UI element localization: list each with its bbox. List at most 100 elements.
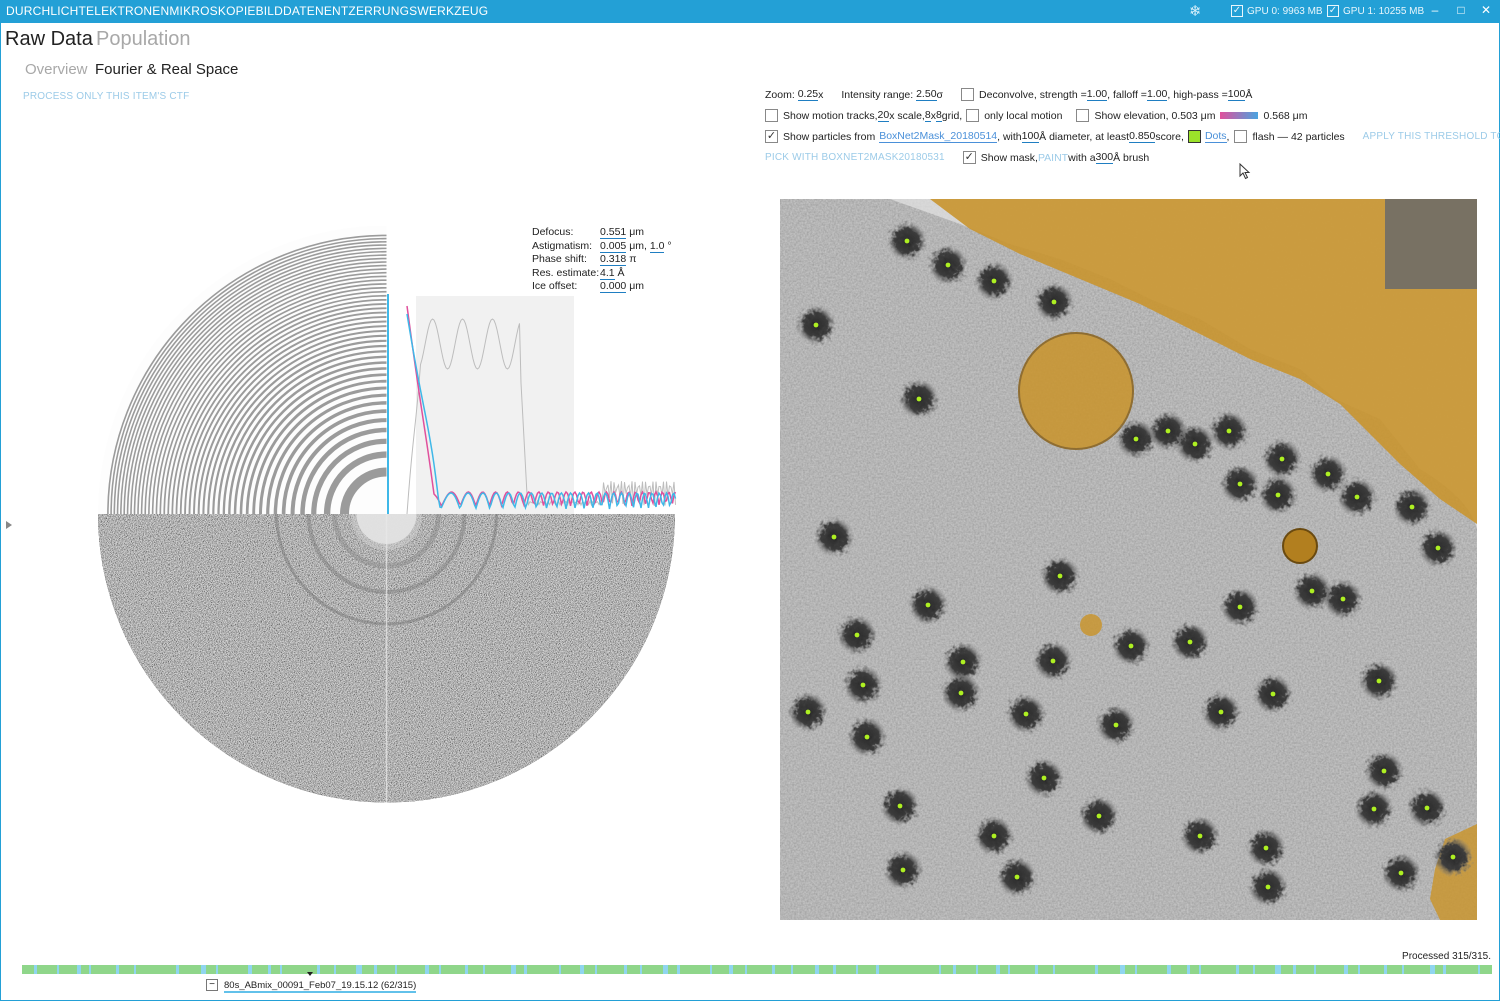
deconvolve-strength[interactable]: 1.00 xyxy=(1086,88,1108,101)
particle-dot[interactable] xyxy=(945,262,951,268)
particle-dot[interactable] xyxy=(1309,588,1315,594)
micrograph-view[interactable] xyxy=(780,199,1477,920)
pick-boxnet-link[interactable]: PICK WITH BOXNET2MASK20180531 xyxy=(765,152,945,163)
timeline-segment[interactable] xyxy=(1316,965,1344,974)
tab-overview[interactable]: Overview xyxy=(25,61,88,78)
timeline-segment[interactable] xyxy=(1190,965,1199,974)
timeline-segment[interactable] xyxy=(1010,965,1035,974)
particle-dot[interactable] xyxy=(1050,658,1056,664)
timeline-segment[interactable] xyxy=(733,965,745,974)
particle-dot[interactable] xyxy=(904,238,910,244)
brush-size[interactable]: 300 xyxy=(1095,151,1114,164)
timeline-segment[interactable] xyxy=(91,965,116,974)
zoom-value[interactable]: 0.25 xyxy=(797,88,819,101)
timeline-segment[interactable] xyxy=(836,965,856,974)
timeline-segment[interactable] xyxy=(22,965,34,974)
checkbox-icon[interactable]: ✓ xyxy=(1327,5,1339,17)
particle-dot[interactable] xyxy=(1275,492,1281,498)
particle-dot[interactable] xyxy=(831,534,837,540)
particle-dot[interactable] xyxy=(854,632,860,638)
local-motion-checkbox[interactable] xyxy=(966,109,980,122)
timeline-segment[interactable] xyxy=(680,965,710,974)
particle-dot[interactable] xyxy=(1371,806,1377,812)
ice-offset-value[interactable]: 0.000 xyxy=(600,280,627,294)
timeline-segment[interactable] xyxy=(59,965,77,974)
timeline-segment[interactable] xyxy=(1125,965,1135,974)
particle-dot[interactable] xyxy=(900,867,906,873)
astigmatism-angle[interactable]: 1.0 xyxy=(649,239,665,253)
res-estimate-value[interactable]: 4.1 xyxy=(600,266,615,280)
timeline-segment[interactable] xyxy=(1255,965,1275,974)
timeline-segment[interactable] xyxy=(397,965,425,974)
timeline-segment[interactable] xyxy=(1239,965,1253,974)
particle-dot[interactable] xyxy=(1424,805,1430,811)
processing-timeline[interactable] xyxy=(22,965,1492,974)
current-item-name[interactable]: 80s_ABmix_00091_Feb07_19.15.12 (62/315) xyxy=(224,980,417,993)
particle-dot[interactable] xyxy=(864,734,870,740)
timeline-segment[interactable] xyxy=(978,965,996,974)
particle-dot[interactable] xyxy=(813,322,819,328)
timeline-segment[interactable] xyxy=(819,965,833,974)
particle-dot[interactable] xyxy=(1435,545,1441,551)
timeline-segment[interactable] xyxy=(941,965,953,974)
particle-score[interactable]: 0.850 xyxy=(1129,130,1156,143)
tab-raw-data[interactable]: Raw Data xyxy=(5,28,93,51)
timeline-segment[interactable] xyxy=(747,965,772,974)
timeline-segment[interactable] xyxy=(793,965,815,974)
particle-dot[interactable] xyxy=(1041,775,1047,781)
gpu0-toggle[interactable]: ✓ GPU 0: 9963 MB xyxy=(1231,5,1323,17)
timeline-segment[interactable] xyxy=(320,965,334,974)
intensity-value[interactable]: 2.50 xyxy=(916,88,937,101)
particle-dot[interactable] xyxy=(1263,845,1269,851)
particle-dot[interactable] xyxy=(991,278,997,284)
timeline-segment[interactable] xyxy=(1348,965,1358,974)
motion-scale[interactable]: 20 xyxy=(877,109,890,122)
show-mask-checkbox[interactable]: ✓ xyxy=(962,151,976,164)
timeline-segment[interactable] xyxy=(584,965,595,974)
timeline-segment[interactable] xyxy=(119,965,134,974)
close-icon[interactable]: ✕ xyxy=(1476,3,1496,17)
particle-dot[interactable] xyxy=(860,682,866,688)
tab-fourier-real-space[interactable]: Fourier & Real Space xyxy=(95,61,238,78)
particle-diameter[interactable]: 100 xyxy=(1021,130,1040,143)
particle-dot[interactable] xyxy=(1165,428,1171,434)
particle-dot[interactable] xyxy=(1237,604,1243,610)
collapse-item-toggle[interactable]: − xyxy=(206,979,218,991)
dots-style[interactable]: Dots xyxy=(1204,130,1227,143)
process-ctf-link[interactable]: PROCESS ONLY THIS ITEM'S CTF xyxy=(23,91,189,102)
particle-dot[interactable] xyxy=(916,396,922,402)
timeline-segment[interactable] xyxy=(1201,965,1236,974)
timeline-segment[interactable] xyxy=(858,965,876,974)
timeline-segment[interactable] xyxy=(441,965,465,974)
timeline-segment[interactable] xyxy=(527,965,559,974)
particle-dot[interactable] xyxy=(1051,299,1057,305)
timeline-segment[interactable] xyxy=(37,965,57,974)
timeline-segment[interactable] xyxy=(1171,965,1187,974)
timeline-segment[interactable] xyxy=(712,965,729,974)
timeline-segment[interactable] xyxy=(956,965,976,974)
particle-dot[interactable] xyxy=(1354,494,1360,500)
defocus-value[interactable]: 0.551 xyxy=(600,226,627,239)
particle-dot[interactable] xyxy=(925,602,931,608)
particle-dot[interactable] xyxy=(1197,833,1203,839)
timeline-segment[interactable] xyxy=(1387,965,1402,974)
timeline-segment[interactable] xyxy=(468,965,483,974)
particle-dot[interactable] xyxy=(1279,456,1285,462)
particle-dot[interactable] xyxy=(805,709,811,715)
timeline-segment[interactable] xyxy=(1000,965,1008,974)
timeline-segment[interactable] xyxy=(561,965,580,974)
elevation-checkbox[interactable] xyxy=(1076,109,1090,122)
minimize-icon[interactable]: – xyxy=(1425,3,1445,17)
motion-tracks-checkbox[interactable] xyxy=(765,109,778,122)
particle-dot[interactable] xyxy=(1096,813,1102,819)
checkbox-icon[interactable]: ✓ xyxy=(1231,5,1243,17)
particle-dot[interactable] xyxy=(1237,481,1243,487)
timeline-segment[interactable] xyxy=(1296,965,1314,974)
gpu1-toggle[interactable]: ✓ GPU 1: 10255 MB xyxy=(1327,5,1424,17)
paint-link[interactable]: PAINT xyxy=(1038,152,1068,164)
particle-dot[interactable] xyxy=(1187,639,1193,645)
tab-population[interactable]: Population xyxy=(96,28,191,51)
timeline-segment[interactable] xyxy=(362,965,374,974)
timeline-segment[interactable] xyxy=(179,965,201,974)
particle-dot[interactable] xyxy=(1192,441,1198,447)
